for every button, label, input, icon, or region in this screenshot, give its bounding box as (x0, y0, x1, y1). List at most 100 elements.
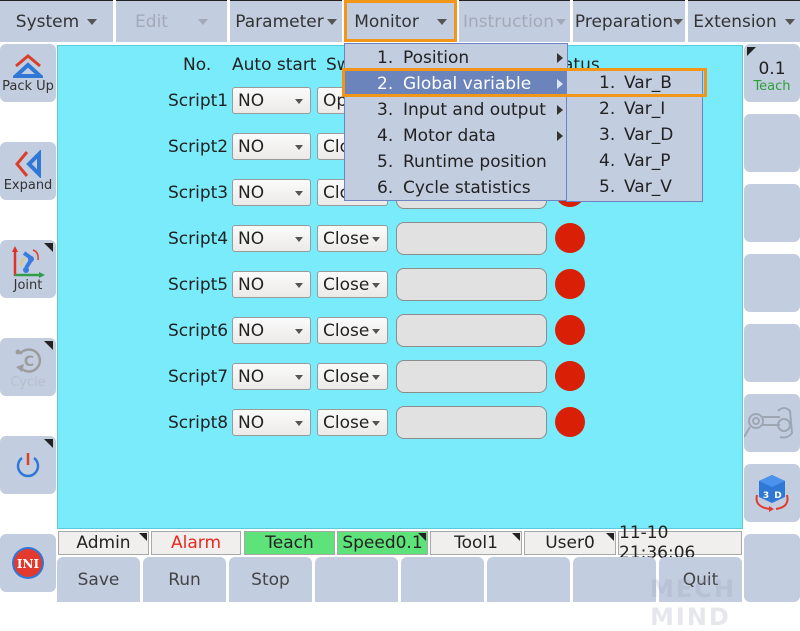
bottom-button-7[interactable] (573, 557, 656, 602)
status-indicator (555, 407, 585, 437)
svg-text:INI: INI (17, 557, 40, 571)
right-button-2[interactable] (744, 114, 800, 172)
menu-system[interactable]: System (0, 0, 113, 42)
bottom-button-4[interactable] (315, 557, 398, 602)
submenu-item-var-v[interactable]: 5. Var_V (567, 175, 702, 201)
expand-icon (15, 149, 41, 178)
speed-status[interactable]: Speed0.1 (337, 531, 428, 555)
script-name: Script1 (168, 91, 229, 111)
right-button-4[interactable] (744, 254, 800, 312)
submenu-item-var-d[interactable]: 3. Var_D (567, 123, 702, 149)
header-auto-start: Auto start (232, 55, 317, 75)
submenu-item-var-i[interactable]: 2. Var_I (567, 97, 702, 123)
menu-item-runtime-position[interactable]: 5. Runtime position (345, 149, 567, 175)
right-button-3[interactable] (744, 184, 800, 242)
select-value: NO (238, 136, 265, 157)
chevron-down-icon (673, 18, 684, 25)
menu-item-cycle-statistics[interactable]: 6. Cycle statistics (345, 175, 567, 201)
expand-button[interactable]: Expand (0, 142, 56, 200)
user-frame-status[interactable]: User0 (524, 531, 616, 555)
right-button-5[interactable] (744, 324, 800, 382)
item-number: 2. (377, 74, 394, 94)
3d-view-button[interactable]: 3 D (744, 464, 800, 522)
auto-start-select[interactable]: NO (232, 133, 311, 160)
item-label: Var_V (624, 177, 672, 197)
hand-guide-button[interactable] (744, 394, 800, 452)
menu-item-input-output[interactable]: 3. Input and output (345, 97, 567, 123)
menu-item-motor-data[interactable]: 4. Motor data (345, 123, 567, 149)
switch-select[interactable]: Close (317, 225, 388, 252)
item-number: 1. (599, 73, 616, 93)
power-button[interactable] (0, 436, 56, 494)
auto-start-select[interactable]: NO (232, 225, 311, 252)
save-button[interactable]: Save (57, 557, 140, 602)
bottom-button-6[interactable] (487, 557, 570, 602)
switch-select[interactable]: Close (317, 363, 388, 390)
dropdown-corner-icon (44, 243, 53, 252)
chevron-down-icon (372, 329, 380, 334)
auto-start-select[interactable]: NO (232, 87, 311, 114)
chevron-down-icon (436, 18, 447, 25)
alarm-status[interactable]: Alarm (151, 531, 241, 555)
switch-select[interactable]: Close (317, 409, 388, 436)
switch-select[interactable]: Close (317, 271, 388, 298)
speed-mode-button[interactable]: 0.1 Teach (744, 44, 800, 102)
script-file-field[interactable] (396, 406, 547, 439)
bottom-button-5[interactable] (401, 557, 484, 602)
item-label: Var_I (624, 99, 666, 119)
menu-extension[interactable]: Extension (688, 0, 800, 42)
item-number: 1. (377, 48, 394, 68)
submenu-item-var-p[interactable]: 4. Var_P (567, 149, 702, 175)
select-value: NO (238, 90, 265, 111)
menu-monitor[interactable]: Monitor (344, 0, 457, 42)
run-button[interactable]: Run (143, 557, 226, 602)
script-file-field[interactable] (396, 360, 547, 393)
dropdown-corner-icon (512, 533, 520, 541)
menu-item-position[interactable]: 1. Position (345, 45, 567, 71)
menu-instruction[interactable]: Instruction (459, 0, 570, 42)
joint-button[interactable]: Joint (0, 240, 56, 298)
menu-preparation[interactable]: Preparation (573, 0, 685, 42)
button-label: Save (77, 569, 120, 590)
item-number: 5. (599, 177, 616, 197)
script-name: Script6 (168, 321, 229, 341)
pack-up-button[interactable]: Pack Up (0, 44, 56, 102)
mode-label: Teach (265, 533, 314, 553)
ini-button[interactable]: INI (0, 534, 56, 592)
switch-select[interactable]: Close (317, 317, 388, 344)
item-number: 4. (599, 151, 616, 171)
cycle-button[interactable]: C Cycle (0, 338, 56, 396)
menu-edit[interactable]: Edit (116, 0, 227, 42)
chevron-down-icon (295, 145, 303, 150)
chevron-down-icon (295, 237, 303, 242)
mode-status[interactable]: Teach (244, 531, 335, 555)
auto-start-select[interactable]: NO (232, 179, 311, 206)
menu-label: Extension (693, 11, 777, 32)
submenu-arrow-icon (557, 53, 563, 63)
script-name: Script8 (168, 413, 229, 433)
auto-start-select[interactable]: NO (232, 271, 311, 298)
watermark: MECH MIND (650, 575, 736, 631)
auto-start-select[interactable]: NO (232, 317, 311, 344)
auto-start-select[interactable]: NO (232, 409, 311, 436)
user-label: Admin (76, 533, 131, 553)
button-label: Stop (251, 569, 290, 590)
menu-parameter[interactable]: Parameter (230, 0, 342, 42)
script-file-field[interactable] (396, 222, 547, 255)
user-status[interactable]: Admin (58, 531, 149, 555)
submenu-arrow-icon (557, 131, 563, 141)
stop-button[interactable]: Stop (229, 557, 312, 602)
auto-start-select[interactable]: NO (232, 363, 311, 390)
script-name: Script5 (168, 275, 229, 295)
submenu-item-var-b[interactable]: 1. Var_B (567, 71, 702, 97)
tool-status[interactable]: Tool1 (430, 531, 522, 555)
script-file-field[interactable] (396, 268, 547, 301)
select-value: Close (323, 228, 370, 249)
datetime-display: 11-10 21:36:06 (618, 523, 742, 563)
status-indicator (555, 315, 585, 345)
3d-view-icon: 3 D (755, 475, 789, 512)
item-number: 3. (599, 125, 616, 145)
script-file-field[interactable] (396, 314, 547, 347)
power-icon (16, 453, 40, 478)
menu-item-global-variable[interactable]: 2. Global variable (345, 71, 567, 97)
